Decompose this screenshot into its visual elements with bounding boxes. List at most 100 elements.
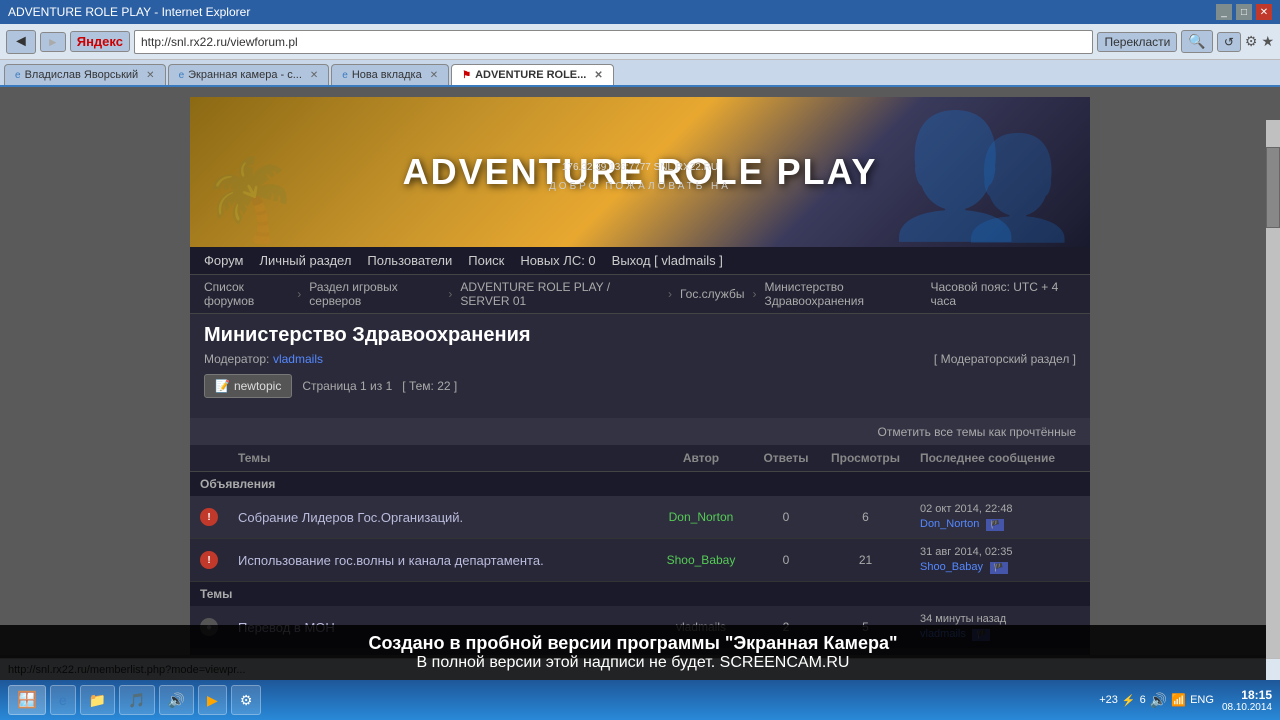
tab-close-1[interactable]: ✕	[146, 70, 154, 81]
breadcrumb-timezone: Часовой пояс: UTC + 4 часа	[931, 280, 1077, 308]
views-cell: 6	[821, 496, 910, 539]
taskbar-start[interactable]: 🪟	[8, 685, 46, 715]
breadcrumb-gov[interactable]: Гос.службы	[680, 287, 745, 301]
taskbar-media[interactable]: 🎵	[119, 685, 154, 715]
col-author: Автор	[651, 445, 751, 472]
forum-body: Министерство Здравоохранения Модератор: …	[190, 314, 1090, 418]
mark-read-link[interactable]: Отметить все темы как прочтённые	[878, 425, 1076, 439]
address-bar[interactable]: http://snl.rx22.ru/viewforum.pl	[134, 30, 1093, 54]
taskbar-app4[interactable]: ▶	[198, 685, 227, 715]
media-icon: 🎵	[128, 692, 145, 709]
nav-logout[interactable]: Выход [ vladmails ]	[612, 253, 723, 268]
author-link[interactable]: Don_Norton	[669, 510, 734, 524]
last-post-author[interactable]: Don_Norton	[920, 518, 979, 530]
moderator-label: Модератор:	[204, 352, 269, 366]
moderator-name[interactable]: vladmails	[273, 352, 323, 366]
tab-favicon-1: e	[15, 70, 21, 81]
scrollbar[interactable]	[1266, 120, 1280, 658]
moderator-section: Модератор: vladmails [ Модераторский раз…	[204, 351, 1076, 366]
tray-count: 6	[1140, 694, 1146, 706]
topic-count: [ Тем: 22 ]	[402, 379, 457, 393]
page-number: Страница 1 из 1	[302, 379, 392, 393]
new-topic-label: newtopic	[234, 379, 281, 393]
tab-screencam[interactable]: e Экранная камера - с... ✕	[168, 64, 330, 85]
tab-close-3[interactable]: ✕	[430, 70, 438, 81]
tab-new[interactable]: e Нова вкладка ✕	[331, 64, 449, 85]
col-last-post: Последнее сообщение	[910, 445, 1090, 472]
banner-top-text: ДОБРО ПОЖАЛОВАТЬ НА	[549, 181, 731, 192]
forum-banner: ДОБРО ПОЖАЛОВАТЬ НА ADVENTURE ROLE PLAY …	[190, 97, 1090, 247]
scrollbar-thumb[interactable]	[1266, 147, 1280, 228]
title-bar: ADVENTURE ROLE PLAY - Internet Explorer …	[0, 0, 1280, 24]
tab-favicon-2: e	[179, 70, 185, 81]
tab-close-4[interactable]: ✕	[594, 70, 602, 81]
tray-lang: ENG	[1190, 694, 1214, 706]
tab-label-2: Экранная камера - с...	[188, 69, 302, 81]
last-post-cell: 02 окт 2014, 22:48 Don_Norton 🏴	[910, 496, 1090, 539]
nav-bar: ◄ ► Яндекс http://snl.rx22.ru/viewforum.…	[0, 24, 1280, 60]
replies-cell: 0	[751, 496, 821, 539]
taskbar-explorer[interactable]: 📁	[80, 685, 115, 715]
col-topics: Темы	[228, 445, 651, 472]
breadcrumb-ministry[interactable]: Министерство Здравоохранения	[764, 280, 930, 308]
settings-icon: ⚙	[1245, 33, 1258, 50]
ie-icon: e	[59, 692, 67, 708]
topic-title-link[interactable]: Использование гос.волны и канала департа…	[238, 553, 544, 568]
breadcrumb-game-servers[interactable]: Раздел игровых серверов	[309, 280, 440, 308]
col-icon	[190, 445, 228, 472]
breadcrumb-left: Список форумов › Раздел игровых серверов…	[204, 280, 931, 308]
nav-users[interactable]: Пользователи	[367, 253, 452, 268]
table-row: ! Собрание Лидеров Гос.Организаций. Don_…	[190, 496, 1090, 539]
user-flag: 🏴	[990, 562, 1008, 574]
back-button[interactable]: ◄	[6, 30, 36, 54]
tab-adventure[interactable]: ⚑ ADVENTURE ROLE... ✕	[451, 64, 614, 85]
app5-icon: ⚙	[240, 692, 253, 709]
search-button[interactable]: 🔍	[1181, 30, 1212, 53]
refresh-button[interactable]: ↺	[1217, 32, 1241, 52]
new-topic-button[interactable]: 📝 newtopic	[204, 374, 292, 398]
watermark-line2: В полной версии этой надписи не будет. S…	[20, 654, 1246, 672]
address-text: http://snl.rx22.ru/viewforum.pl	[141, 35, 298, 49]
tab-vladislav[interactable]: e Владислав Яворський ✕	[4, 64, 166, 85]
minimize-button[interactable]: _	[1216, 4, 1232, 20]
topic-title-cell: Использование гос.волны и канала департа…	[228, 539, 651, 582]
nav-search[interactable]: Поиск	[468, 253, 504, 268]
nav-messages[interactable]: Новых ЛС: 0	[520, 253, 595, 268]
breadcrumb-forums[interactable]: Список форумов	[204, 280, 289, 308]
last-post-date: 02 окт 2014, 22:48	[920, 503, 1080, 515]
close-button[interactable]: ✕	[1256, 4, 1272, 20]
tray-network: 📶	[1171, 693, 1186, 707]
forum-wrapper: ДОБРО ПОЖАЛОВАТЬ НА ADVENTURE ROLE PLAY …	[190, 97, 1090, 655]
tab-label-3: Нова вкладка	[352, 69, 422, 81]
nav-forum[interactable]: Форум	[204, 253, 244, 268]
topic-icon-cell: !	[190, 539, 228, 582]
taskbar-app3[interactable]: 🔊	[159, 685, 194, 715]
forward-button[interactable]: ►	[40, 32, 66, 52]
moderator-info: Модератор: vladmails	[204, 351, 323, 366]
banner-subtitle: 176.32.39.136:7777 SNL.RX22.RU	[562, 162, 718, 173]
taskbar-app5[interactable]: ⚙	[231, 685, 262, 715]
tab-close-2[interactable]: ✕	[310, 70, 318, 81]
breadcrumb-sep-2: ›	[448, 287, 452, 301]
tab-favicon-3: e	[342, 70, 348, 81]
nav-icons: ⚙ ★	[1245, 33, 1274, 50]
maximize-button[interactable]: □	[1236, 4, 1252, 20]
col-replies: Ответы	[751, 445, 821, 472]
nav-personal[interactable]: Личный раздел	[260, 253, 352, 268]
topic-title-link[interactable]: Собрание Лидеров Гос.Организаций.	[238, 510, 463, 525]
table-row: ! Использование гос.волны и канала депар…	[190, 539, 1090, 582]
translate-button[interactable]: Перекласти	[1097, 32, 1177, 52]
forum-nav-menu: Форум Личный раздел Пользователи Поиск Н…	[190, 247, 1090, 275]
taskbar-ie[interactable]: e	[50, 685, 76, 715]
section-topics: Темы	[190, 582, 1090, 607]
author-link[interactable]: Shoo_Babay	[667, 553, 736, 567]
col-views: Просмотры	[821, 445, 910, 472]
breadcrumb-server01[interactable]: ADVENTURE ROLE PLAY / SERVER 01	[460, 280, 660, 308]
moderator-section-link: [ Модераторский раздел ]	[934, 352, 1076, 366]
new-topic-icon: 📝	[215, 379, 230, 393]
moderator-section-link-a[interactable]: [ Модераторский раздел ]	[934, 352, 1076, 366]
watermark-line1: Создано в пробной версии программы "Экра…	[20, 633, 1246, 654]
star-icon: ★	[1261, 33, 1274, 50]
last-post-author[interactable]: Shoo_Babay	[920, 561, 983, 573]
topic-icon-cell: !	[190, 496, 228, 539]
